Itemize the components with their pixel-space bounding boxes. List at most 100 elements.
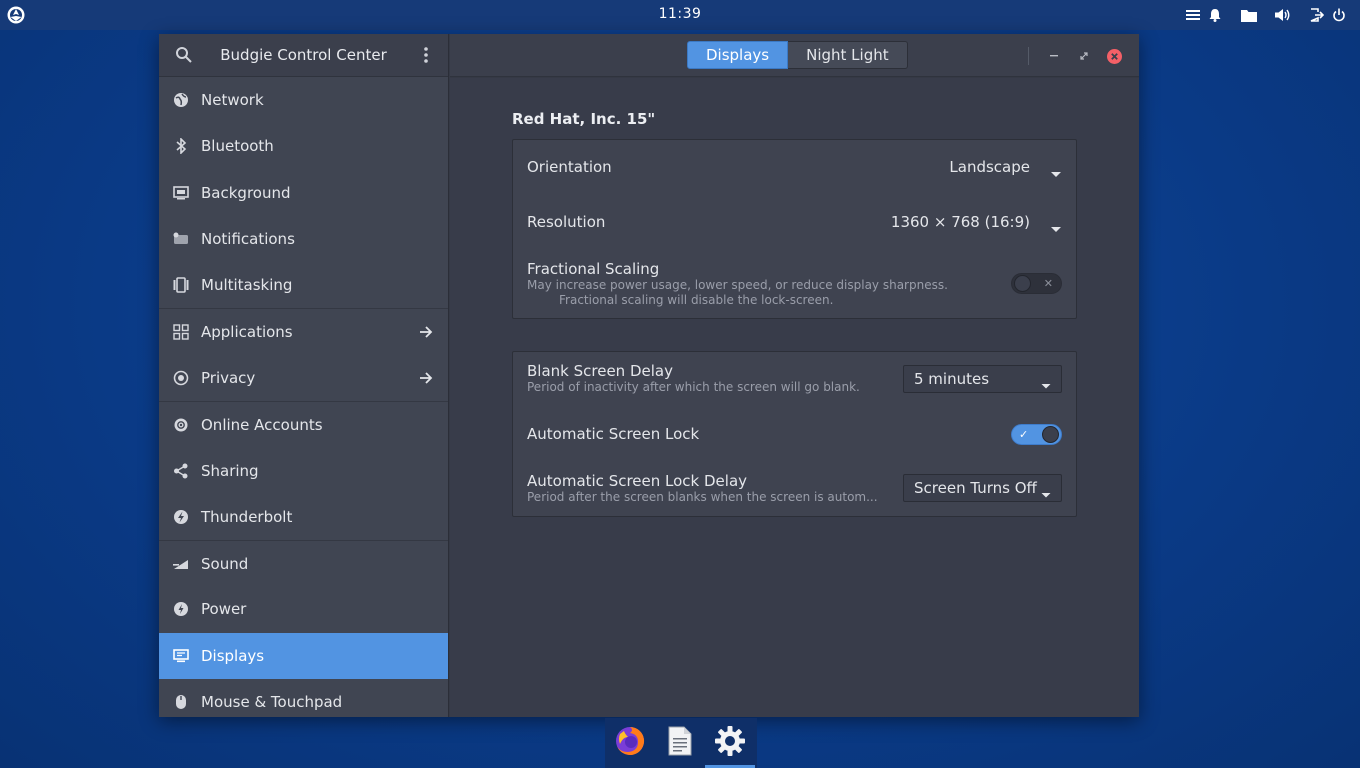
resolution-value[interactable]: 1360 × 768 (16:9) bbox=[891, 213, 1030, 231]
dock bbox=[605, 718, 757, 768]
resolution-label: Resolution bbox=[527, 213, 606, 231]
auto-lock-row: Automatic Screen Lock ✓ bbox=[513, 407, 1076, 462]
auto-lock-delay-label: Automatic Screen Lock Delay bbox=[527, 472, 748, 490]
blank-screen-delay-row: Blank Screen Delay Period of inactivity … bbox=[513, 352, 1076, 407]
separator bbox=[1028, 47, 1029, 65]
sidebar-item-background[interactable]: Background bbox=[159, 170, 448, 216]
dock-item-text-editor[interactable] bbox=[655, 718, 705, 768]
minimize-button[interactable] bbox=[1039, 46, 1069, 66]
settings-icon bbox=[714, 725, 746, 761]
screen-lock-card: Blank Screen Delay Period of inactivity … bbox=[512, 351, 1077, 517]
sidebar-item-sound[interactable]: Sound bbox=[159, 539, 448, 586]
sidebar-item-privacy[interactable]: Privacy bbox=[159, 355, 448, 401]
auto-lock-label: Automatic Screen Lock bbox=[527, 425, 700, 443]
clock[interactable]: 11:39 bbox=[0, 6, 1360, 22]
sidebar-item-label: Online Accounts bbox=[201, 415, 323, 434]
sidebar-header: Budgie Control Center bbox=[159, 34, 448, 77]
orientation-label: Orientation bbox=[527, 158, 612, 176]
stack-switcher: Displays Night Light bbox=[687, 41, 908, 69]
display-settings-card: Orientation Landscape Resolution 1360 × … bbox=[512, 139, 1077, 319]
sidebar-item-multitasking[interactable]: Multitasking bbox=[159, 262, 448, 308]
auto-lock-delay-row: Automatic Screen Lock Delay Period after… bbox=[513, 462, 1076, 517]
sidebar-item-mouse-touchpad[interactable]: Mouse & Touchpad bbox=[159, 679, 448, 717]
blank-screen-delay-subtitle: Period of inactivity after which the scr… bbox=[527, 380, 860, 394]
fractional-scaling-row: Fractional Scaling May increase power us… bbox=[513, 250, 1076, 320]
displays-icon bbox=[172, 647, 190, 665]
chevron-down-icon[interactable] bbox=[1050, 164, 1062, 177]
sidebar-item-online-accounts[interactable]: Online Accounts bbox=[159, 401, 448, 447]
sidebar-item-label: Notifications bbox=[201, 230, 295, 249]
arrow-right-icon bbox=[418, 370, 434, 386]
checkmark-icon: ✓ bbox=[1019, 428, 1029, 441]
kebab-menu-icon[interactable] bbox=[422, 46, 430, 64]
sidebar-item-sharing[interactable]: Sharing bbox=[159, 447, 448, 493]
sidebar-item-notifications[interactable]: Notifications bbox=[159, 216, 448, 262]
chevron-down-icon bbox=[1041, 376, 1051, 389]
power-settings-icon bbox=[172, 600, 190, 618]
fractional-scaling-subtitle: May increase power usage, lower speed, o… bbox=[527, 278, 948, 292]
sidebar-item-applications[interactable]: Applications bbox=[159, 308, 448, 354]
multitasking-icon bbox=[172, 276, 190, 294]
top-panel: 11:39 bbox=[0, 0, 1360, 30]
sidebar-item-label: Multitasking bbox=[201, 276, 293, 295]
sharing-icon bbox=[172, 462, 190, 480]
orientation-value[interactable]: Landscape bbox=[949, 158, 1030, 176]
maximize-button[interactable] bbox=[1069, 46, 1099, 66]
auto-lock-delay-dropdown[interactable]: Screen Turns Off bbox=[903, 474, 1062, 502]
fractional-scaling-subtitle-2: Fractional scaling will disable the lock… bbox=[559, 293, 834, 307]
system-tray bbox=[1182, 5, 1350, 25]
sound-icon bbox=[172, 555, 190, 573]
close-icon bbox=[1106, 48, 1122, 64]
sidebar-item-bluetooth[interactable]: Bluetooth bbox=[159, 123, 448, 169]
tab-night-light[interactable]: Night Light bbox=[788, 41, 908, 69]
sidebar-item-displays[interactable]: Displays bbox=[159, 632, 448, 679]
sidebar-item-label: Privacy bbox=[201, 368, 256, 387]
header-bar: Displays Night Light bbox=[450, 34, 1139, 77]
fractional-scaling-label: Fractional Scaling bbox=[527, 260, 660, 278]
sidebar-item-label: Sound bbox=[201, 554, 249, 573]
auto-lock-delay-value: Screen Turns Off bbox=[914, 479, 1037, 497]
volume-icon[interactable] bbox=[1272, 5, 1294, 25]
sidebar-item-thunderbolt[interactable]: Thunderbolt bbox=[159, 494, 448, 540]
sidebar-item-label: Bluetooth bbox=[201, 137, 274, 156]
folder-icon[interactable] bbox=[1238, 5, 1260, 25]
sidebar-item-power[interactable]: Power bbox=[159, 586, 448, 632]
auto-lock-delay-subtitle: Period after the screen blanks when the … bbox=[527, 490, 878, 504]
thunderbolt-icon bbox=[172, 508, 190, 526]
logout-icon[interactable] bbox=[1306, 5, 1328, 25]
toggle-knob bbox=[1014, 275, 1031, 292]
orientation-row[interactable]: Orientation Landscape bbox=[513, 140, 1076, 195]
window-controls bbox=[1028, 46, 1129, 66]
app-title: Budgie Control Center bbox=[220, 46, 387, 64]
power-icon[interactable] bbox=[1328, 5, 1350, 25]
fractional-scaling-toggle[interactable]: ✕ bbox=[1011, 273, 1062, 294]
tab-displays[interactable]: Displays bbox=[687, 41, 789, 69]
text-editor-icon bbox=[668, 726, 692, 760]
sidebar-item-network[interactable]: Network bbox=[159, 77, 448, 123]
sidebar-item-label: Mouse & Touchpad bbox=[201, 693, 343, 711]
blank-screen-delay-dropdown[interactable]: 5 minutes bbox=[903, 365, 1062, 393]
mouse-icon bbox=[172, 693, 190, 711]
dock-item-firefox[interactable] bbox=[605, 718, 655, 768]
applications-icon bbox=[172, 323, 190, 341]
dock-item-settings[interactable] bbox=[705, 718, 755, 768]
privacy-icon bbox=[172, 369, 190, 387]
bluetooth-icon bbox=[172, 137, 190, 155]
sidebar-item-label: Displays bbox=[201, 646, 265, 665]
auto-lock-toggle[interactable]: ✓ bbox=[1011, 424, 1062, 445]
toggle-off-icon: ✕ bbox=[1043, 277, 1053, 290]
sidebar-item-label: Sharing bbox=[201, 461, 259, 480]
toggle-knob bbox=[1042, 426, 1059, 443]
control-center-window: Budgie Control Center Network Bluetooth … bbox=[159, 34, 1139, 717]
arrow-right-icon bbox=[418, 324, 434, 340]
monitor-title: Red Hat, Inc. 15" bbox=[512, 110, 656, 128]
raven-menu-icon[interactable] bbox=[1182, 5, 1204, 25]
sidebar-list: Network Bluetooth Background Notificatio… bbox=[159, 77, 448, 717]
sidebar-item-label: Power bbox=[201, 600, 247, 619]
resolution-row[interactable]: Resolution 1360 × 768 (16:9) bbox=[513, 195, 1076, 250]
notifications-icon bbox=[172, 230, 190, 248]
close-button[interactable] bbox=[1099, 46, 1129, 66]
chevron-down-icon[interactable] bbox=[1050, 219, 1062, 232]
notification-bell-icon[interactable] bbox=[1204, 5, 1226, 25]
blank-screen-delay-value: 5 minutes bbox=[914, 370, 990, 388]
